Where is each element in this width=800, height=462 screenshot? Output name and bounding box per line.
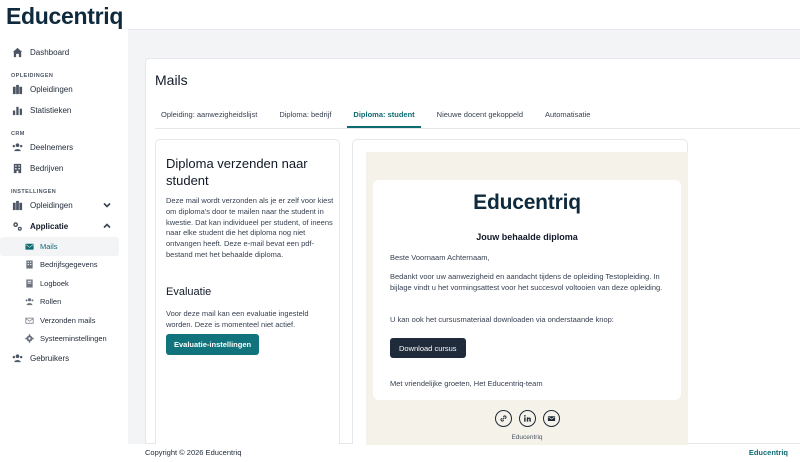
mail-tabs: Opleiding: aanwezigheidslijst Diploma: b… [155,106,606,128]
tab-diploma-student[interactable]: Diploma: student [347,106,421,128]
mail-info-panel: Diploma verzenden naar student Deze mail… [155,139,340,444]
mail-preview-body-download: U kan ook het cursusmateriaal downloaden… [390,315,614,324]
home-icon [11,47,23,59]
mail-preview-logo: Educentriq [473,191,581,214]
mail-preview-panel: Educentriq Jouw behaalde diploma Beste V… [352,139,688,445]
tab-opleiding-aanwezigheidslijst[interactable]: Opleiding: aanwezigheidslijst [155,106,263,128]
sidebar-item-label: Systeeminstellingen [40,334,107,344]
sidebar-item-dashboard[interactable]: Dashboard [0,42,128,63]
download-cursus-button[interactable]: Download cursus [390,338,466,358]
evaluatie-text: Voor deze mail kan een evaluatie ingeste… [166,309,309,329]
mail-preview-greeting: Beste Voornaam Achternaam, [390,253,490,262]
sidebar-item-label: Dashboard [30,48,70,57]
sidebar-item-label: Gebruikers [30,354,70,363]
books-icon [11,200,23,212]
email-icon[interactable] [542,410,560,427]
sidebar-item-label: Bedrijfsgegevens [40,260,98,270]
building-icon [11,163,23,175]
page-title: Mails [155,72,188,88]
section-instellingen: INSTELLINGEN [11,189,57,195]
sidebar-item-label: Opleidingen [30,201,73,210]
sidebar-item-label: Rollen [40,297,62,307]
section-crm: CRM [11,131,25,137]
sidebar-item-label: Statistieken [30,106,72,115]
building-icon [24,260,34,270]
mail-preview-body: Bedankt voor uw aanwezigheid en aandacht… [390,272,663,292]
footer-brand-link[interactable]: Educentriq [749,448,788,457]
bar-chart-icon [11,105,23,117]
sidebar-item-label: Deelnemers [30,143,74,152]
linkedin-icon[interactable] [518,410,536,427]
sidebar-subitem-bedrijfsgegevens[interactable]: Bedrijfsgegevens [0,256,119,275]
sidebar-subitem-verzonden-mails[interactable]: Verzonden mails [0,311,119,330]
sidebar-item-opleidingen[interactable]: Opleidingen [0,79,128,100]
evaluatie-settings-button[interactable]: Evaluatie-instellingen [166,334,260,355]
mail-preview-background: Educentriq Jouw behaalde diploma Beste V… [366,152,688,445]
users-icon [11,353,23,365]
chevron-down-icon[interactable] [102,200,112,210]
tab-nieuwe-docent-gekoppeld[interactable]: Nieuwe docent gekoppeld [431,106,529,128]
tabs-divider [155,128,800,129]
mail-preview-footer: Educentriq [511,434,543,441]
mail-info-title: Diploma verzenden naar student [166,156,308,188]
mail-info-description: Deze mail wordt verzonden als je er zelf… [166,196,334,259]
mail-preview-card: Educentriq Jouw behaalde diploma Beste V… [373,180,681,400]
section-opleidingen: OPLEIDINGEN [11,73,54,79]
footer-copyright: Copyright © 2026 Educentriq [145,448,242,457]
gear-icon [24,334,34,344]
sidebar-item-statistieken[interactable]: Statistieken [0,100,128,121]
sidebar-item-label: Logboek [40,278,69,288]
sidebar: Educentriq Dashboard OPLEIDINGEN Opleidi… [0,0,128,462]
app-logo[interactable]: Educentriq [6,3,123,30]
book-icon [24,278,34,288]
books-icon [11,84,23,96]
mail-preview-heading: Jouw behaalde diploma [476,232,578,242]
sidebar-subitem-logboek[interactable]: Logboek [0,274,119,293]
sidebar-item-label: Applicatie [30,222,69,231]
sidebar-nav: Dashboard OPLEIDINGEN Opleidingen Statis… [0,42,128,369]
sidebar-item-deelnemers[interactable]: Deelnemers [0,137,128,158]
sidebar-item-instellingen-opleidingen[interactable]: Opleidingen [0,195,128,216]
sidebar-subitem-mails[interactable]: Mails [0,237,119,256]
sidebar-item-label: Opleidingen [30,85,73,94]
users-icon [24,297,34,307]
evaluatie-heading: Evaluatie [166,286,212,298]
envelope-outline-icon [24,315,34,325]
users-icon [11,142,23,154]
sidebar-subitem-systeeminstellingen[interactable]: Systeeminstellingen [0,330,119,349]
sidebar-item-applicatie[interactable]: Applicatie [0,216,128,237]
mail-preview-closing: Met vriendelijke groeten, Het Educentriq… [390,379,543,388]
link-icon[interactable] [494,410,512,427]
sidebar-item-label: Mails [40,241,58,251]
sidebar-item-gebruikers[interactable]: Gebruikers [0,348,128,369]
chevron-up-icon[interactable] [102,221,112,231]
tab-automatisatie[interactable]: Automatisatie [539,106,596,128]
envelope-icon [24,241,34,251]
tab-diploma-bedrijf[interactable]: Diploma: bedrijf [273,106,337,128]
sidebar-item-label: Bedrijven [30,164,64,173]
sidebar-item-bedrijven[interactable]: Bedrijven [0,158,128,179]
sidebar-item-label: Verzonden mails [40,315,96,325]
gears-icon [11,221,23,233]
sidebar-subitem-rollen[interactable]: Rollen [0,293,119,312]
social-links [366,410,688,427]
